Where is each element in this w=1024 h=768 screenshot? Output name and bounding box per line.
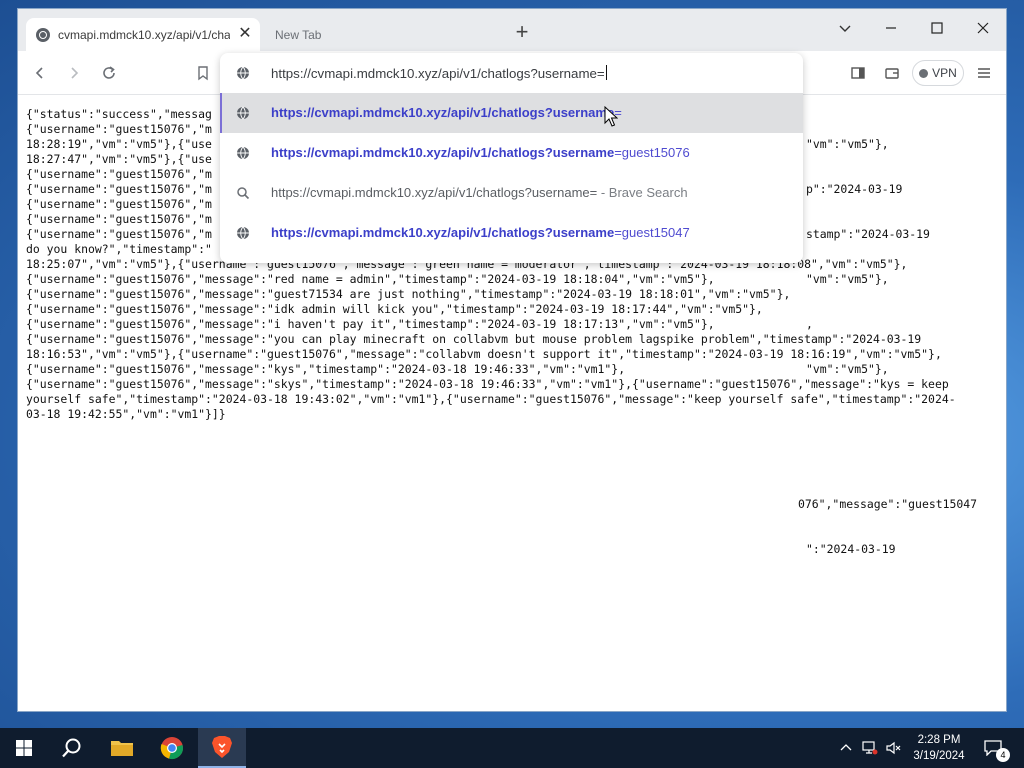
browser-window: cvmapi.mdmck10.xyz/api/v1/chatlogs?usern… [18, 9, 1006, 711]
json-line: 03-18 19:42:55","vm":"vm1"}]} [26, 407, 226, 421]
json-line: {"username":"guest15076","message":"gues… [26, 287, 791, 301]
reload-button[interactable] [95, 59, 123, 87]
globe-icon [36, 27, 50, 42]
sidebar-icon[interactable] [844, 59, 872, 87]
json-line: {"username":"guest15076","message":"red … [26, 272, 715, 286]
tab-search-chevron-icon[interactable] [828, 15, 862, 41]
minimize-button[interactable] [874, 15, 908, 41]
suggestion-search-text: https://cvmapi.mdmck10.xyz/api/v1/chatlo… [271, 185, 598, 200]
maximize-button[interactable] [920, 15, 954, 41]
network-icon[interactable] [858, 728, 882, 768]
address-bar-value: https://cvmapi.mdmck10.xyz/api/v1/chatlo… [271, 66, 605, 81]
chrome-icon [160, 737, 183, 759]
suggestion-search-suffix: - Brave Search [597, 185, 688, 200]
json-fragment: "vm":"vm5"}, [806, 272, 889, 286]
tab-title: cvmapi.mdmck10.xyz/api/v1/chatlogs?usern… [58, 27, 230, 42]
windows-logo-icon [16, 740, 32, 756]
tab-title: New Tab [275, 27, 322, 42]
json-fragment: , [806, 317, 813, 331]
json-fragment [806, 407, 1006, 422]
clock-time: 2:28 PM [917, 734, 961, 746]
brave-button[interactable] [198, 728, 246, 768]
menu-icon[interactable] [970, 59, 998, 87]
suggestion-item[interactable]: https://cvmapi.mdmck10.xyz/api/v1/chatlo… [220, 133, 803, 173]
json-line: 18:27:47","vm":"vm5"},{"use [26, 152, 212, 166]
mouse-cursor-icon [604, 106, 618, 127]
json-fragment: 076","message":"guest15047 [798, 497, 978, 511]
suggestion-item[interactable]: https://cvmapi.mdmck10.xyz/api/v1/chatlo… [220, 93, 803, 133]
clock-date: 3/19/2024 [913, 750, 965, 762]
suggestion-url-rest: =guest15076 [614, 145, 690, 160]
json-line: {"username":"guest15076","m [26, 182, 212, 196]
json-line: do you know?","timestamp":" [26, 242, 212, 256]
close-window-button[interactable] [966, 15, 1000, 41]
globe-icon [237, 146, 249, 160]
suggestion-item[interactable]: https://cvmapi.mdmck10.xyz/api/v1/chatlo… [220, 173, 803, 213]
json-line: {"username":"guest15076","m [26, 167, 212, 181]
folder-icon [111, 741, 133, 756]
json-line: {"status":"success","messag [26, 107, 212, 121]
suggestion-url-bold: https://cvmapi.mdmck10.xyz/api/v1/chatlo… [271, 105, 615, 120]
json-fragment: "vm":"vm5"}, [806, 362, 889, 376]
wallet-icon[interactable] [878, 59, 906, 87]
json-line: {"username":"guest15076","message":"kys"… [26, 362, 626, 376]
taskbar-search-button[interactable] [48, 728, 96, 768]
globe-icon [237, 106, 249, 120]
tab-strip: cvmapi.mdmck10.xyz/api/v1/chatlogs?usern… [18, 9, 1006, 51]
search-icon [62, 738, 81, 758]
globe-icon [237, 66, 249, 80]
json-fragment: ":"2024-03-19 [806, 542, 896, 556]
suggestion-url-rest: =guest15047 [614, 225, 690, 240]
json-fragment: p":"2024-03-19 [806, 182, 903, 196]
search-icon [237, 187, 250, 200]
suggestion-url-bold: https://cvmapi.mdmck10.xyz/api/v1/chatlo… [271, 145, 615, 160]
json-line: {"username":"guest15076","m [26, 122, 212, 136]
tab-chatlogs[interactable]: cvmapi.mdmck10.xyz/api/v1/chatlogs?usern… [26, 18, 260, 51]
json-line: {"username":"guest15076","message":"idk … [26, 302, 763, 316]
json-line: {"username":"guest15076","message":"you … [26, 332, 922, 346]
globe-icon [237, 226, 249, 240]
text-caret [605, 65, 607, 80]
vpn-button[interactable]: VPN [912, 60, 964, 86]
taskbar: 2:28 PM 3/19/2024 4 [0, 728, 1024, 768]
forward-button[interactable] [60, 59, 88, 87]
vpn-status-icon [919, 68, 929, 78]
bookmark-icon[interactable] [189, 59, 217, 87]
suggestion-item[interactable]: https://cvmapi.mdmck10.xyz/api/v1/chatlo… [220, 213, 803, 253]
back-button[interactable] [26, 59, 54, 87]
tab-new-tab[interactable]: New Tab [266, 18, 496, 51]
json-line: {"username":"guest15076","message":"i ha… [26, 317, 715, 331]
chrome-button[interactable] [148, 728, 196, 768]
taskbar-clock[interactable]: 2:28 PM 3/19/2024 [906, 732, 972, 764]
suggestion-url-bold: https://cvmapi.mdmck10.xyz/api/v1/chatlo… [271, 225, 615, 240]
json-right-fragments: "vm":"vm5"}, p":"2024-03-19 stamp":"2024… [798, 107, 1006, 587]
file-explorer-button[interactable] [98, 728, 146, 768]
new-tab-button[interactable]: + [510, 21, 534, 45]
json-line: {"username":"guest15076","m [26, 212, 212, 226]
address-bar[interactable]: https://cvmapi.mdmck10.xyz/api/v1/chatlo… [220, 53, 803, 93]
json-line: {"username":"guest15076","m [26, 197, 212, 211]
json-fragment: "vm":"vm5"}, [806, 137, 889, 151]
json-line: {"username":"guest15076","m [26, 227, 212, 241]
tray-chevron-up-icon[interactable] [834, 728, 858, 768]
start-button[interactable] [0, 728, 48, 768]
json-fragment: stamp":"2024-03-19 [806, 227, 930, 241]
json-line: 18:28:19","vm":"vm5"},{"use [26, 137, 212, 151]
close-tab-icon[interactable]: ✕ [238, 26, 252, 42]
brave-lion-icon [212, 736, 232, 758]
json-line: 18:16:53","vm":"vm5"},{"username":"guest… [26, 347, 942, 361]
notification-count-badge: 4 [996, 748, 1010, 762]
omnibox-dropdown: https://cvmapi.mdmck10.xyz/api/v1/chatlo… [220, 53, 803, 263]
json-fragment [806, 452, 1006, 467]
volume-muted-icon[interactable] [882, 728, 906, 768]
vpn-label: VPN [932, 66, 957, 80]
